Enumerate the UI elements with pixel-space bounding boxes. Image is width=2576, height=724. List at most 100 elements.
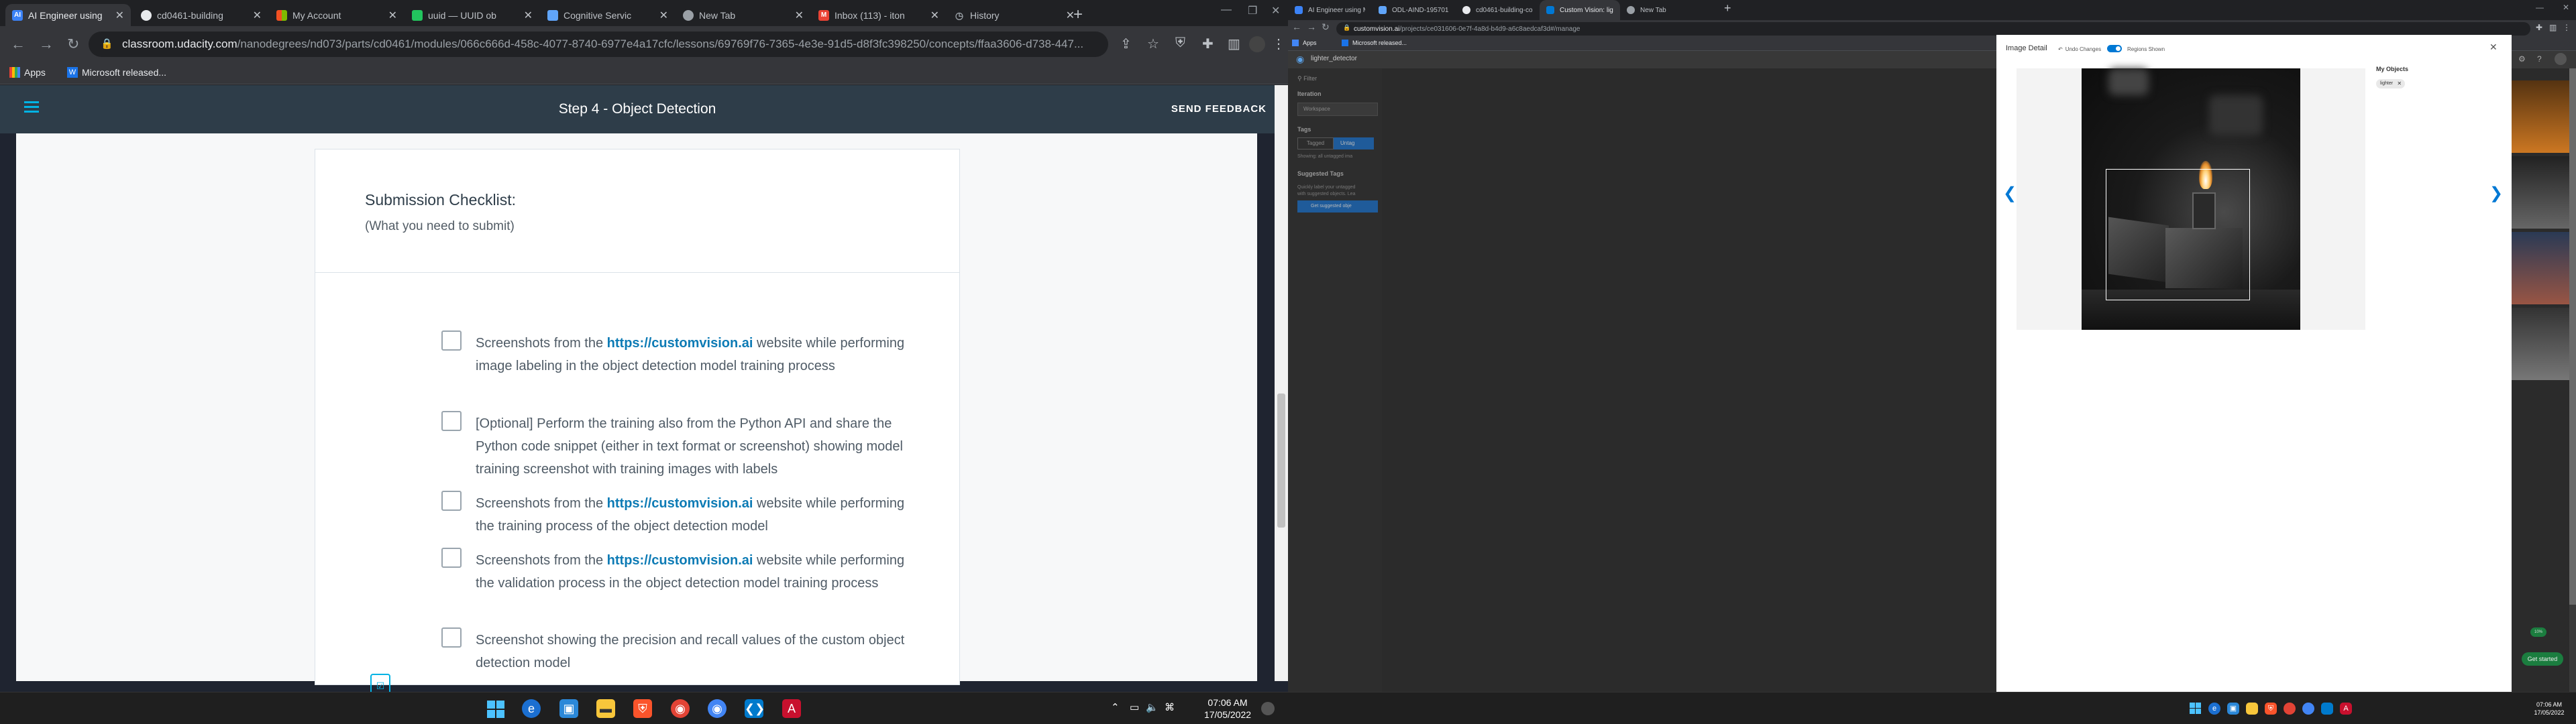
scrollbar-thumb[interactable] (1277, 394, 1285, 528)
scrollbar-thumb[interactable] (2569, 68, 2576, 605)
bookmark-microsoft[interactable]: Microsoft released... (1342, 40, 1407, 46)
get-suggested-objects-button[interactable]: Get suggested obje (1297, 200, 1378, 213)
maximize-icon[interactable]: ❐ (1248, 4, 1257, 17)
cv-scrollbar[interactable] (2569, 68, 2576, 692)
close-tab-icon[interactable]: ✕ (659, 9, 668, 22)
bookmark-star-icon[interactable]: ☆ (1147, 36, 1159, 52)
checkbox-item-2[interactable] (441, 411, 462, 431)
notification-icon[interactable] (1261, 702, 1275, 715)
extensions-icon[interactable]: ✚ (1202, 36, 1214, 52)
close-tab-icon[interactable]: ✕ (524, 9, 533, 22)
filter-link[interactable]: ⚲ Filter (1297, 75, 1317, 82)
back-icon[interactable]: ← (11, 36, 25, 53)
vscode-icon[interactable]: ❮❯ (745, 699, 765, 718)
tab-github[interactable]: cd0461-building ✕ (134, 4, 268, 26)
close-modal-icon[interactable]: ✕ (2489, 42, 2498, 53)
tagged-toggle[interactable]: Tagged (1297, 137, 1334, 149)
help-icon[interactable]: ? (2537, 54, 2542, 64)
profile-avatar[interactable] (1249, 36, 1265, 52)
customvision-link[interactable]: https://customvision.ai (607, 553, 753, 568)
send-feedback-link[interactable]: SEND FEEDBACK (1171, 103, 1267, 115)
tab-odl[interactable]: ODL-AIND-195701 - Microsoft A (1372, 0, 1456, 20)
thumbnail-image[interactable] (2510, 308, 2576, 380)
untagged-toggle[interactable]: Untag (1334, 137, 1374, 149)
minimize-icon[interactable]: — (1221, 4, 1232, 16)
close-tab-icon[interactable]: ✕ (795, 9, 804, 22)
bounding-box[interactable] (2106, 169, 2250, 300)
checkbox-item-5[interactable] (441, 627, 462, 648)
sidebar-icon[interactable]: ▥ (1228, 36, 1240, 52)
tab-inbox[interactable]: M Inbox (113) - iton ✕ (812, 4, 946, 26)
monitor-icon[interactable]: ▭ (1130, 701, 1139, 713)
thumbnail-image[interactable] (2510, 232, 2576, 304)
close-tab-icon[interactable]: ✕ (388, 9, 397, 22)
customvision-link[interactable]: https://customvision.ai (607, 496, 753, 511)
regions-toggle[interactable] (2107, 45, 2122, 52)
volume-icon[interactable]: 🔈 (1146, 701, 1159, 713)
get-started-button[interactable]: Get started (2522, 652, 2563, 666)
tab-github[interactable]: cd0461-building-computer-visio (1456, 0, 1540, 20)
back-icon[interactable]: ← (1292, 21, 1301, 32)
acrobat-icon[interactable]: A (782, 699, 801, 718)
taskbar-clock[interactable]: 07:06 AM 17/05/2022 (1194, 697, 1261, 721)
tab-new[interactable]: New Tab (1620, 0, 1704, 20)
file-explorer-icon[interactable]: ▬ (596, 699, 615, 718)
new-tab-button[interactable]: + (1724, 1, 1731, 15)
close-tab-icon[interactable]: ✕ (930, 9, 939, 22)
forward-icon[interactable]: → (39, 36, 54, 53)
chrome-canary-icon[interactable]: ◉ (671, 699, 690, 718)
brave-icon[interactable]: ⛨ (633, 699, 652, 718)
checkbox-item-1[interactable] (441, 330, 462, 351)
thumbnail-image[interactable] (2510, 156, 2576, 229)
photos-icon[interactable]: ▣ (559, 699, 578, 718)
project-name[interactable]: lighter_detector (1311, 55, 1357, 62)
menu-icon[interactable]: ⋮ (2563, 23, 2571, 32)
remove-tag-icon[interactable]: ✕ (2397, 79, 2402, 88)
share-icon[interactable]: ⇪ (1120, 36, 1132, 52)
tab-custom-vision[interactable]: Custom Vision: lighter_detector (1540, 0, 1620, 20)
bookmark-apps[interactable]: Apps (9, 67, 46, 78)
tab-uuid[interactable]: uuid — UUID ob ✕ (405, 4, 539, 26)
checkbox-item-3[interactable] (441, 491, 462, 511)
account-avatar[interactable] (2555, 53, 2567, 65)
bookmark-microsoft[interactable]: W Microsoft released... (67, 67, 166, 78)
customvision-link[interactable]: https://customvision.ai (607, 336, 753, 351)
file-explorer-icon[interactable] (2246, 703, 2258, 715)
tab-history[interactable]: ◷ History ✕ (947, 4, 1081, 26)
settings-gear-icon[interactable]: ⚙ (2518, 54, 2526, 64)
tab-cognitive[interactable]: Cognitive Servic ✕ (541, 4, 675, 26)
chrome-icon[interactable]: ◉ (708, 699, 727, 718)
network-icon[interactable]: ⌘ (1165, 701, 1175, 713)
previous-image-icon[interactable]: ❮ (2003, 184, 2017, 203)
undo-changes-button[interactable]: ↶ Undo Changes (2058, 46, 2101, 52)
close-tab-icon[interactable]: ✕ (253, 9, 262, 22)
menu-icon[interactable]: ⋮ (1272, 36, 1285, 52)
reload-icon[interactable]: ↻ (1322, 21, 1330, 33)
address-bar[interactable]: 🔒 classroom.udacity.com/nanodegrees/nd07… (89, 32, 1108, 57)
reload-icon[interactable]: ↻ (67, 36, 79, 53)
edge-icon[interactable]: e (522, 699, 541, 718)
vscode-icon[interactable] (2321, 703, 2333, 715)
sidebar-icon[interactable]: ▥ (2549, 23, 2557, 32)
tab-new[interactable]: New Tab ✕ (676, 4, 810, 26)
taskbar-clock[interactable]: 07:06 AM 17/05/2022 (2522, 701, 2576, 717)
bookmark-apps[interactable]: Apps (1292, 40, 1317, 46)
chrome-icon[interactable] (2302, 703, 2314, 715)
minimize-icon[interactable]: — (2536, 3, 2544, 12)
tray-chevron-icon[interactable]: ⌃ (1111, 701, 1120, 713)
tab-ai-engineer[interactable]: AI AI Engineer using ✕ (5, 4, 131, 26)
windows-start-icon[interactable] (2190, 703, 2202, 715)
extensions-icon[interactable]: ✚ (2536, 23, 2542, 32)
windows-start-icon[interactable] (486, 699, 504, 718)
page-scrollbar[interactable] (1275, 85, 1288, 681)
close-tab-icon[interactable]: ✕ (115, 9, 124, 22)
close-window-icon[interactable]: ✕ (2563, 3, 2569, 12)
tab-my-account[interactable]: My Account ✕ (270, 4, 404, 26)
thumbnail-image[interactable] (2510, 80, 2576, 153)
brave-shield-icon[interactable]: ⛨ (1175, 36, 1185, 51)
close-window-icon[interactable]: ✕ (1271, 4, 1280, 17)
forward-icon[interactable]: → (1307, 21, 1316, 32)
photos-icon[interactable]: ▣ (2227, 703, 2239, 715)
address-bar[interactable]: 🔒 customvision.ai/projects/ce031606-0e7f… (1336, 22, 2530, 36)
iteration-select[interactable]: Workspace (1297, 103, 1378, 116)
